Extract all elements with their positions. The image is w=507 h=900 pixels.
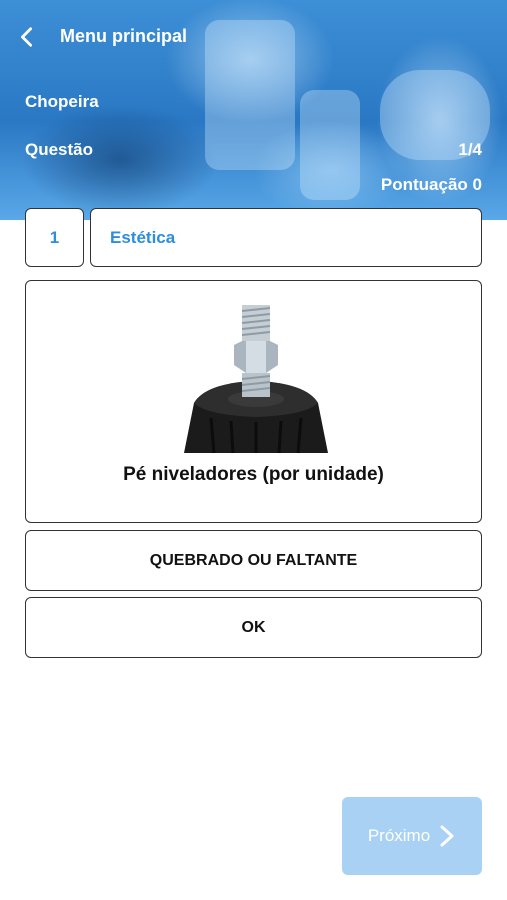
question-count: 1/4: [458, 140, 482, 159]
section-name: Chopeira: [25, 92, 99, 111]
option-ok-button[interactable]: OK: [25, 597, 482, 658]
chevron-left-icon: [21, 27, 33, 47]
score-label: Pontuação 0: [380, 175, 482, 194]
menu-title[interactable]: Menu principal: [60, 26, 187, 47]
question-number-box: 1: [25, 208, 84, 267]
category-label: Estética: [110, 227, 176, 247]
leveling-foot-image: [184, 305, 328, 454]
option-broken-missing-button[interactable]: QUEBRADO OU FALTANTE: [25, 530, 482, 591]
next-button-label: Próximo: [367, 826, 431, 845]
question-number: 1: [49, 227, 60, 247]
question-label: Questão: [25, 140, 94, 159]
category-box: Estética: [90, 208, 482, 267]
header-banner: Menu principal Chopeira Questão 1/4 Pont…: [0, 0, 507, 220]
item-caption: Pé niveladores (por unidade): [123, 464, 384, 485]
item-image-card: Pé niveladores (por unidade): [25, 280, 482, 523]
chevron-right-icon: [440, 825, 454, 847]
back-button[interactable]: [10, 20, 44, 54]
header-background-decoration: [205, 20, 295, 170]
header-background-decoration: [300, 90, 360, 200]
next-button[interactable]: Próximo: [342, 797, 482, 875]
